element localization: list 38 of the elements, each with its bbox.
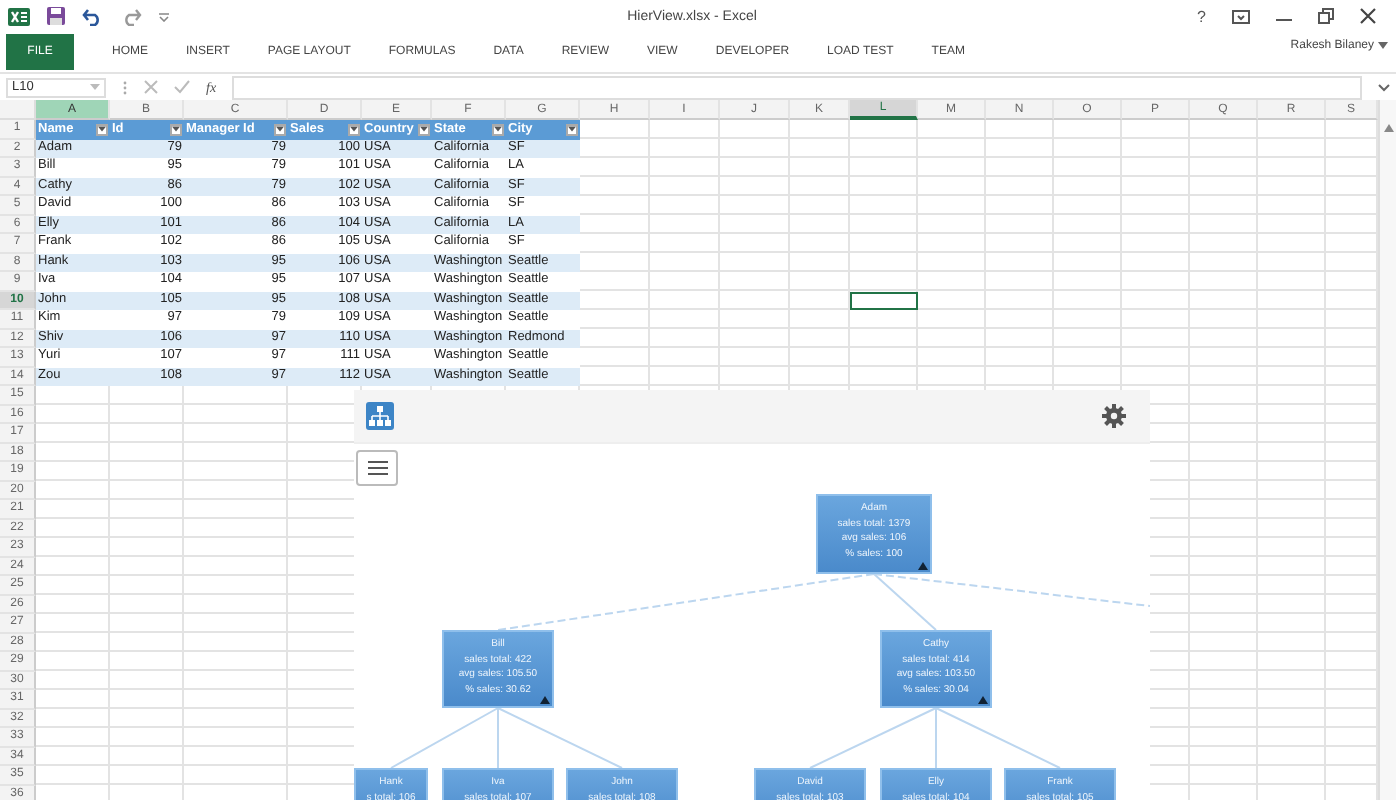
redo-icon[interactable] [120, 6, 142, 26]
collapse-icon[interactable] [978, 696, 988, 704]
filter-button[interactable] [348, 123, 360, 136]
caret-icon [420, 126, 428, 133]
more-icon [122, 79, 128, 95]
settings-icon[interactable] [1102, 404, 1126, 428]
scroll-up-icon[interactable] [1383, 124, 1393, 132]
vertical-scrollbar[interactable] [1378, 100, 1396, 800]
caret-icon [494, 126, 502, 133]
restore-icon[interactable] [1318, 8, 1334, 24]
filter-button[interactable] [492, 123, 504, 136]
expand-icon[interactable] [1378, 83, 1390, 91]
caret-icon [172, 126, 180, 133]
filter-button[interactable] [566, 123, 578, 136]
filter-button[interactable] [418, 123, 430, 136]
org-chart-icon[interactable] [366, 402, 394, 430]
collapse-icon[interactable] [918, 562, 928, 570]
active-cell[interactable] [850, 291, 918, 310]
caret-icon [350, 126, 358, 133]
save-icon[interactable] [46, 6, 66, 26]
ribbon-display-icon[interactable] [1232, 9, 1250, 23]
caret-icon [90, 83, 100, 91]
caret-icon [568, 126, 576, 133]
menu-button[interactable] [356, 450, 398, 486]
excel-logo-icon [8, 5, 30, 27]
caret-icon[interactable] [1378, 42, 1388, 50]
caret-icon [98, 126, 106, 133]
filter-button[interactable] [170, 123, 182, 136]
collapse-icon[interactable] [540, 696, 550, 704]
formula-input[interactable] [232, 75, 1362, 99]
help-button[interactable]: ? [1197, 7, 1206, 25]
caret-icon [276, 126, 284, 133]
filter-button[interactable] [274, 123, 286, 136]
filter-button[interactable] [96, 123, 108, 136]
menu-icon [367, 460, 387, 476]
undo-icon[interactable] [82, 6, 104, 26]
close-icon[interactable] [1360, 8, 1376, 24]
customize-caret-icon[interactable] [158, 11, 170, 21]
